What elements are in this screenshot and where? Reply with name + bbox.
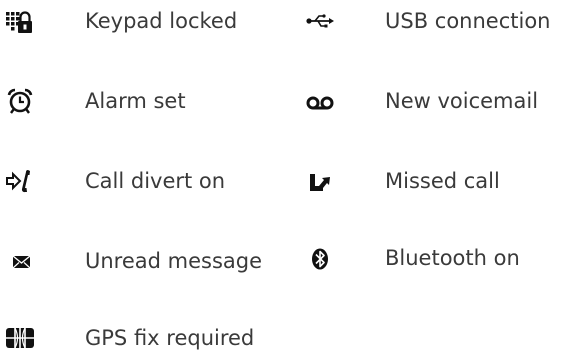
status-icon-legend: Keypad locked Alarm set Call divert on U… (0, 0, 562, 355)
gps-icon (5, 323, 35, 353)
keypad-lock-icon (5, 6, 35, 36)
envelope-icon (5, 246, 35, 276)
bluetooth-icon (305, 243, 335, 273)
voicemail-icon (305, 86, 335, 116)
legend-label: Alarm set (85, 89, 186, 113)
legend-label: New voicemail (385, 89, 539, 113)
legend-label: Keypad locked (85, 9, 238, 33)
legend-label: GPS fix required (85, 326, 255, 350)
legend-label: Unread message (85, 249, 263, 273)
legend-label: USB connection (385, 9, 551, 33)
legend-label: Bluetooth on (385, 246, 520, 270)
missed-call-icon (305, 166, 335, 196)
alarm-clock-icon (5, 86, 35, 116)
usb-icon (305, 6, 335, 36)
legend-label: Call divert on (85, 169, 226, 193)
call-divert-icon (5, 166, 35, 196)
legend-label: Missed call (385, 169, 500, 193)
